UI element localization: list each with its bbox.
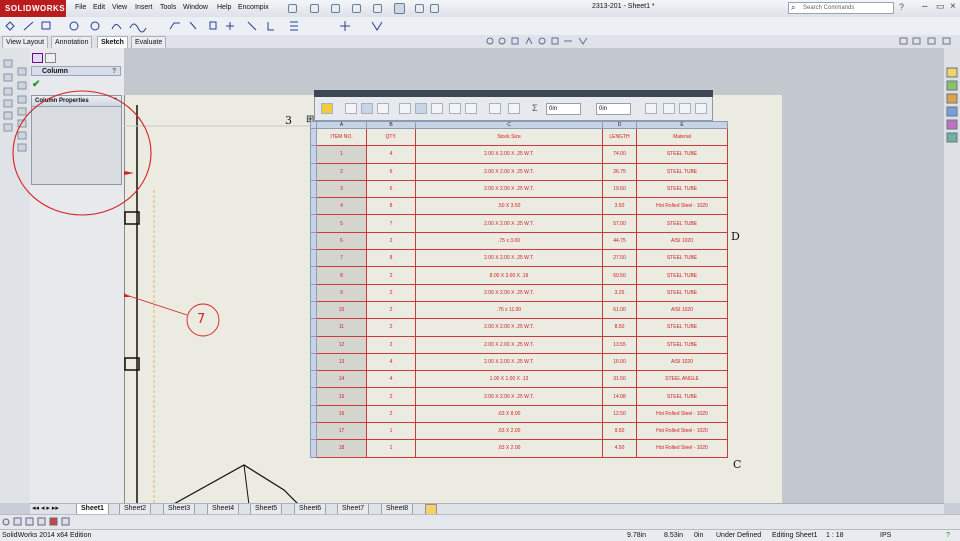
cursor-x: 9.78in: [627, 532, 647, 539]
markup-circle: [12, 90, 152, 216]
sketch-state: Under Defined: [716, 532, 762, 539]
editing-status: Editing Sheet1: [772, 532, 818, 539]
cursor-z: 0in: [694, 532, 704, 539]
cursor-y: 8.53in: [664, 532, 684, 539]
bottom-tool-icons[interactable]: [0, 515, 80, 529]
status-bar: SolidWorks 2014 x64 Edition 9.78in 8.53i…: [0, 529, 960, 541]
markup-overlay: [12, 90, 220, 337]
unit-system[interactable]: IPS: [880, 530, 891, 541]
bottom-toolbar: [0, 514, 960, 530]
balloon-leader: [125, 294, 188, 316]
product-version: SolidWorks 2014 x64 Edition: [2, 532, 92, 539]
balloon-number[interactable]: 7: [197, 312, 205, 327]
sheet-scale[interactable]: 1 : 18: [826, 530, 844, 541]
sheet-nav-arrows[interactable]: ◂◂ ◂ ▸ ▸▸: [32, 504, 59, 512]
markup-arrowhead: [124, 171, 134, 175]
help-status-icon[interactable]: ?: [946, 530, 950, 541]
